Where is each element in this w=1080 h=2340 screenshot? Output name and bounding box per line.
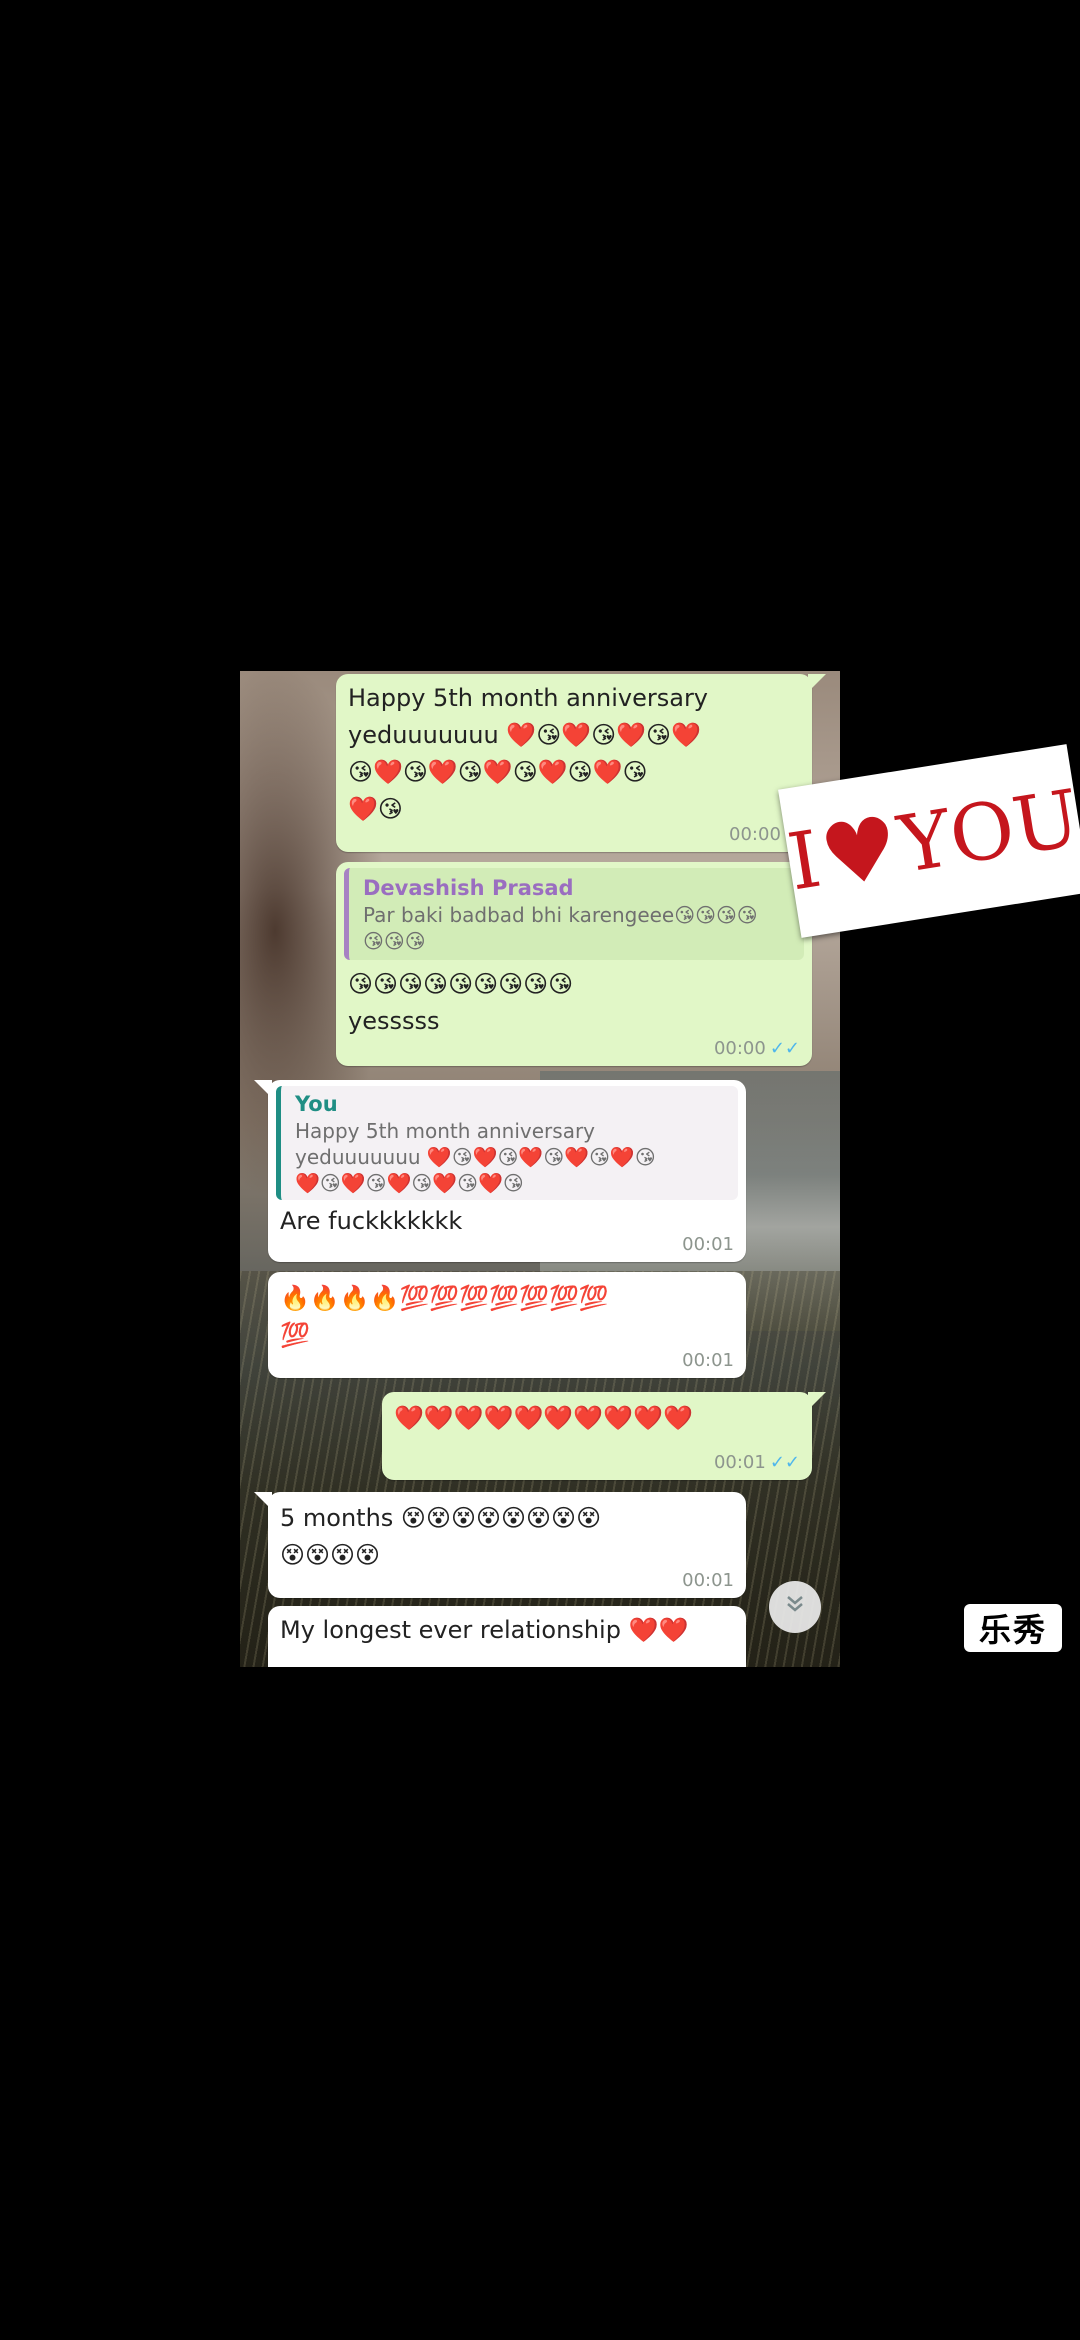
quoted-sender-name: Devashish Prasad [363, 876, 574, 900]
sticker-text: YOU [892, 773, 1080, 891]
message-text: yesssss [348, 1007, 440, 1035]
quoted-text: Par baki badbad bhi karengeee😘😘😘😘 [363, 903, 758, 927]
message-time: 00:01 [682, 1350, 734, 1371]
quoted-text: Happy 5th month anniversary [295, 1119, 596, 1143]
quoted-text: yeduuuuuuu ❤️😘❤️😘❤️😘❤️😘❤️😘 [295, 1145, 656, 1169]
message-text: 😵😵😵😵 [280, 1541, 381, 1569]
read-ticks-icon: ✓✓ [769, 1452, 800, 1473]
chat-area[interactable]: Happy 5th month anniversary yeduuuuuuu ❤… [240, 671, 840, 1667]
message-text: ❤️😘 [348, 795, 403, 823]
scroll-to-bottom-button[interactable] [769, 1581, 821, 1633]
quoted-text: ❤️😘❤️😘❤️😘❤️😘❤️😘 [295, 1171, 524, 1195]
message-outgoing[interactable]: ❤️❤️❤️❤️❤️❤️❤️❤️❤️❤️ 00:01 ✓✓ [382, 1392, 826, 1480]
message-time: 00:00 ✓✓ [713, 1038, 800, 1059]
message-incoming[interactable]: 🔥🔥🔥🔥💯💯💯💯💯💯💯 💯 00:01 [268, 1272, 746, 1378]
message-text: yeduuuuuuu ❤️😘❤️😘❤️😘❤️ [348, 721, 701, 749]
message-incoming[interactable]: My longest ever relationship ❤️❤️ [268, 1606, 746, 1667]
quoted-text: 😘😘😘 [363, 929, 426, 953]
message-time: 00:01 [682, 1570, 734, 1591]
read-ticks-icon: ✓✓ [769, 1038, 800, 1059]
message-text: Happy 5th month anniversary [348, 684, 709, 712]
message-time: 00:01 ✓✓ [713, 1452, 800, 1473]
message-text: 😘😘😘😘😘😘😘😘😘 [348, 970, 574, 998]
message-text: My longest ever relationship ❤️❤️ [280, 1616, 689, 1644]
quoted-message[interactable]: You Happy 5th month anniversary yeduuuuu… [276, 1086, 738, 1200]
message-text: 5 months 😵😵😵😵😵😵😵😵 [280, 1504, 602, 1532]
message-text: 🔥🔥🔥🔥💯💯💯💯💯💯💯 [280, 1284, 609, 1312]
heart-icon: ♥ [813, 797, 906, 909]
message-incoming[interactable]: You Happy 5th month anniversary yeduuuuu… [254, 1080, 746, 1262]
double-chevron-down-icon [782, 1591, 808, 1624]
watermark-logo: 乐秀 [964, 1604, 1062, 1652]
message-text: ❤️❤️❤️❤️❤️❤️❤️❤️❤️❤️ [394, 1404, 693, 1432]
message-outgoing[interactable]: Happy 5th month anniversary yeduuuuuuu ❤… [336, 674, 826, 852]
message-text: Are fuckkkkkkk [280, 1207, 463, 1235]
quoted-sender-name: You [295, 1092, 338, 1116]
message-time: 00:01 [682, 1234, 734, 1255]
message-text: 💯 [280, 1321, 310, 1349]
message-incoming[interactable]: 5 months 😵😵😵😵😵😵😵😵 😵😵😵😵 00:01 [254, 1492, 746, 1598]
quoted-message[interactable]: Devashish Prasad Par baki badbad bhi kar… [344, 868, 804, 960]
message-outgoing[interactable]: Devashish Prasad Par baki badbad bhi kar… [336, 862, 812, 1066]
message-text: 😘❤️😘❤️😘❤️😘❤️😘❤️😘 [348, 758, 648, 786]
